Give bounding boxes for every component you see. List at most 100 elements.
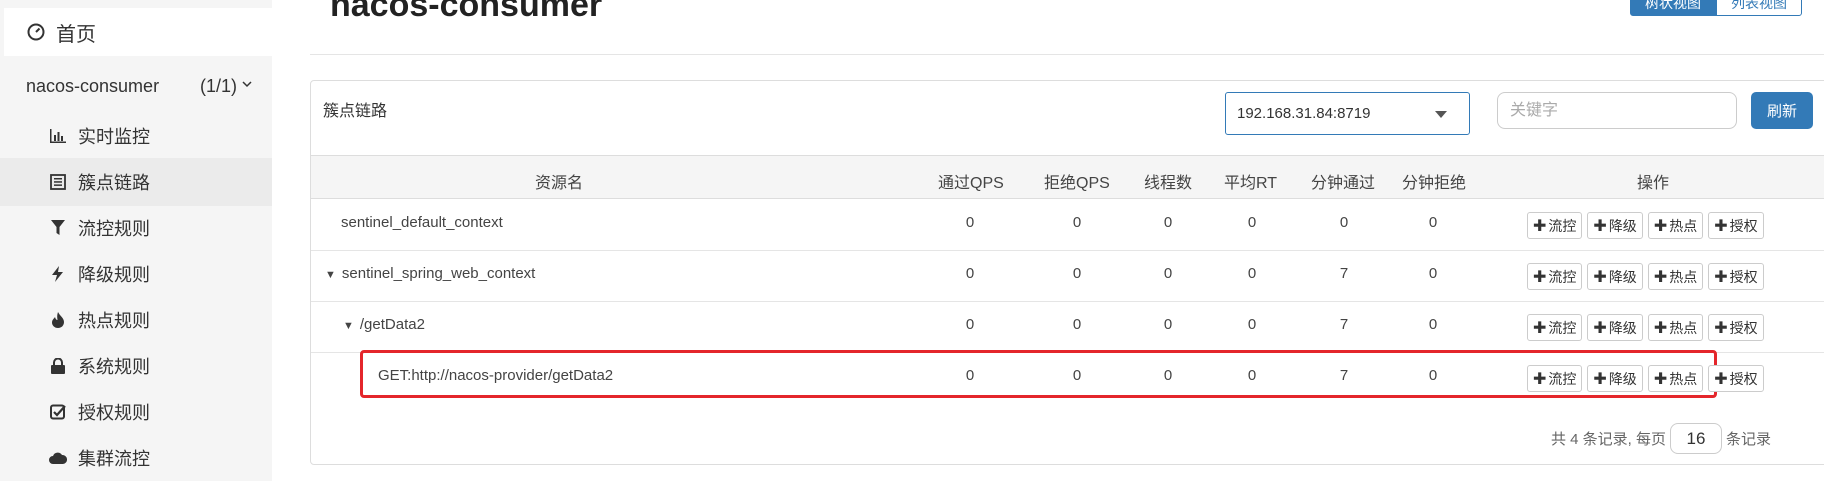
sidebar-item-hotspot-rules[interactable]: 热点规则 [0,296,272,344]
avg-rt: 0 [1247,367,1257,384]
add-hotspot-rule-button[interactable]: ✚ 热点 [1647,314,1704,341]
sidebar-item-label: 首页 [56,23,96,46]
col-resource-name: 资源名 [535,175,584,192]
keyword-search-input[interactable] [1497,92,1737,129]
add-degrade-rule-button[interactable]: ✚ 降级 [1587,314,1643,341]
sidebar-item-label: 流控规则 [78,219,150,239]
plus-icon: ✚ [1714,370,1728,388]
plus-icon: ✚ [1593,217,1607,235]
records-suffix: 条记录 [1726,431,1772,448]
page-title: nacos-consumer [330,0,603,24]
pass-qps: 0 [965,367,975,384]
block-qps: 0 [1072,367,1082,384]
add-flow-rule-button[interactable]: ✚ 流控 [1527,314,1583,341]
expand-triangle-icon[interactable]: ▼ [325,269,336,281]
add-auth-rule-button[interactable]: ✚ 授权 [1708,314,1764,341]
dashboard-icon [26,23,46,41]
resource-name: ▼/getData2 [343,316,425,333]
minute-block: 0 [1428,214,1438,231]
row-actions: ✚ 流控 ✚ 降级 ✚ 热点 ✚ 授权 [1527,365,1764,392]
resource-name: sentinel_default_context [341,214,503,231]
add-degrade-rule-button[interactable]: ✚ 降级 [1587,212,1643,239]
refresh-button[interactable]: 刷新 [1751,92,1813,129]
add-flow-rule-button[interactable]: ✚ 流控 [1527,263,1583,290]
sidebar-item-home[interactable]: 首页 [4,8,272,56]
col-threads: 线程数 [1144,175,1193,192]
add-degrade-rule-button[interactable]: ✚ 降级 [1587,263,1643,290]
plus-icon: ✚ [1653,268,1668,286]
threads: 0 [1163,214,1173,231]
plus-icon: ✚ [1653,370,1668,388]
add-hotspot-rule-button[interactable]: ✚ 热点 [1647,263,1704,290]
threads: 0 [1163,316,1173,333]
row-actions: ✚ 流控 ✚ 降级 ✚ 热点 ✚ 授权 [1527,212,1764,239]
sidebar-app-nacos-consumer[interactable]: nacos-consumer (1/1) [0,64,272,108]
list-view-button[interactable]: 列表视图 [1716,0,1802,16]
sidebar-item-realtime-monitor[interactable]: 实时监控 [0,112,272,160]
resource-name: ▼ sentinel_spring_web_context [325,265,536,282]
plus-icon: ✚ [1714,268,1728,286]
row-actions: ✚ 流控 ✚ 降级 ✚ 热点 ✚ 授权 [1527,314,1764,341]
pass-qps: 0 [965,214,975,231]
sidebar-item-cluster-flow[interactable]: 集群流控 [0,434,272,482]
add-auth-rule-button[interactable]: ✚ 授权 [1708,212,1764,239]
plus-icon: ✚ [1593,319,1607,337]
row-actions: ✚ 流控 ✚ 降级 ✚ 热点 ✚ 授权 [1527,263,1764,290]
check-square-icon [48,404,68,420]
page-size-input[interactable]: 16 [1670,423,1723,454]
panel-title: 簇点链路 [323,103,388,120]
table-row: ▼/getData2 0 0 0 0 7 0 ✚ 流控 ✚ 降级 ✚ 热点 ✚ 授权 [311,302,1824,353]
pass-qps: 0 [965,265,975,282]
sidebar-item-auth-rules[interactable]: 授权规则 [0,388,272,436]
avg-rt: 0 [1247,214,1257,231]
filter-icon [48,220,68,236]
threads: 0 [1163,367,1173,384]
plus-icon: ✚ [1533,319,1547,337]
minute-pass: 7 [1339,367,1349,384]
machine-select[interactable]: 192.168.31.84:8719 [1225,92,1470,135]
add-hotspot-rule-button[interactable]: ✚ 热点 [1647,212,1704,239]
cloud-icon [48,451,68,465]
sidebar-item-degrade-rules[interactable]: 降级规则 [0,250,272,298]
add-hotspot-rule-button[interactable]: ✚ 热点 [1647,365,1704,392]
threads: 0 [1163,265,1173,282]
divider [310,54,1824,55]
plus-icon: ✚ [1533,268,1547,286]
flash-icon [48,266,68,282]
sidebar-item-label: 集群流控 [78,449,150,469]
add-auth-rule-button[interactable]: ✚ 授权 [1708,365,1764,392]
add-degrade-rule-button[interactable]: ✚ 降级 [1587,365,1643,392]
minute-pass: 0 [1339,214,1349,231]
sidebar-item-label: 实时监控 [78,127,150,147]
plus-icon: ✚ [1653,319,1668,337]
add-flow-rule-button[interactable]: ✚ 流控 [1527,365,1583,392]
col-pass-qps: 通过QPS [938,175,1004,192]
resource-chain-panel: 簇点链路 192.168.31.84:8719 刷新 资源名 通过QPS 拒绝Q… [310,80,1824,465]
minute-block: 0 [1428,367,1438,384]
caret-down-icon [1435,111,1447,118]
plus-icon: ✚ [1653,217,1668,235]
avg-rt: 0 [1247,265,1257,282]
sidebar-item-flow-rules[interactable]: 流控规则 [0,204,272,252]
view-toggle: 树状视图 列表视图 [1630,0,1802,16]
add-auth-rule-button[interactable]: ✚ 授权 [1708,263,1764,290]
add-flow-rule-button[interactable]: ✚ 流控 [1527,212,1583,239]
minute-block: 0 [1428,316,1438,333]
plus-icon: ✚ [1593,268,1607,286]
total-records: 共 4 条记录, 每页 [1551,431,1667,448]
sidebar-item-resource-chain[interactable]: 簇点链路 [0,158,272,206]
pagination: 共 4 条记录, 每页 16 条记录 [1551,423,1771,454]
sidebar-item-label: 系统规则 [78,357,150,377]
tree-view-button[interactable]: 树状视图 [1630,0,1716,16]
col-minute-pass: 分钟通过 [1311,175,1376,192]
sidebar-item-system-rules[interactable]: 系统规则 [0,342,272,390]
plus-icon: ✚ [1593,370,1607,388]
resource-name: GET:http://nacos-provider/getData2 [378,367,614,384]
sidebar-item-label: 簇点链路 [78,173,150,193]
sidebar-item-label: 热点规则 [78,311,150,331]
lock-icon [48,358,68,374]
col-block-qps: 拒绝QPS [1044,175,1110,192]
expand-triangle-icon[interactable]: ▼ [343,320,354,332]
plus-icon: ✚ [1533,370,1547,388]
block-qps: 0 [1072,316,1082,333]
